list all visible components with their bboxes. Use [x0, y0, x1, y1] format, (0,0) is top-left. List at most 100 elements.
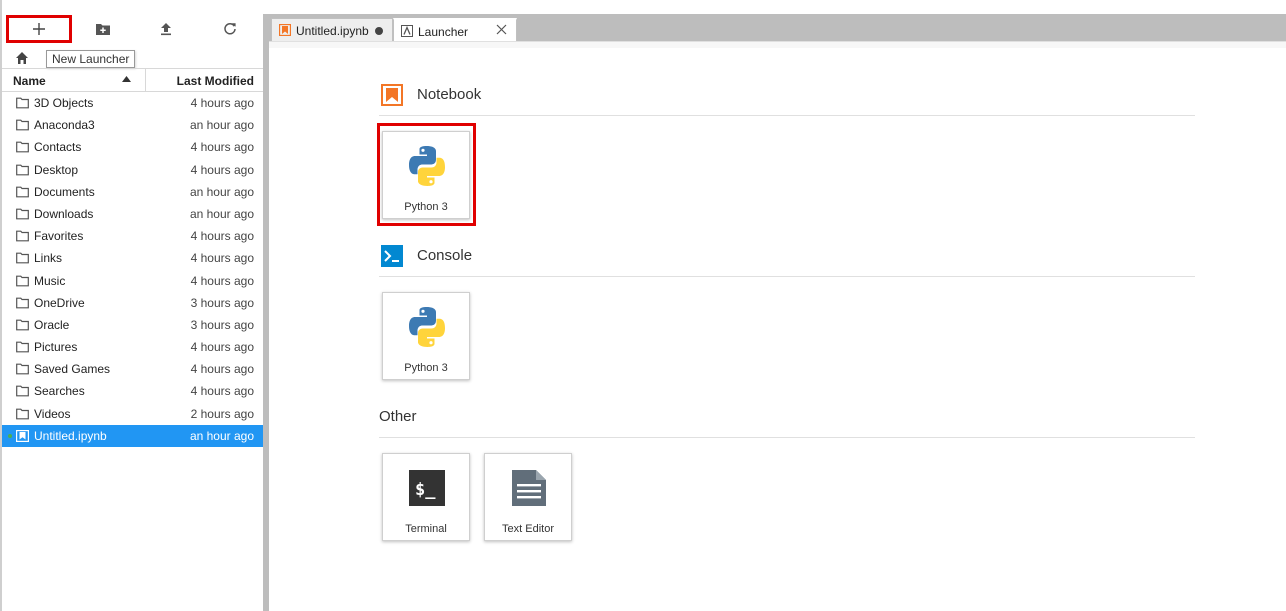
folder-icon	[16, 97, 29, 109]
name-column-header[interactable]: Name	[13, 74, 46, 88]
running-indicator	[8, 433, 12, 438]
file-modified-time: 4 hours ago	[190, 251, 254, 266]
file-row[interactable]: Searches 4 hours ago	[2, 380, 263, 402]
file-row[interactable]: Desktop 4 hours ago	[2, 159, 263, 181]
file-row[interactable]: Pictures 4 hours ago	[2, 336, 263, 358]
sort-ascending-icon	[122, 76, 131, 82]
file-name: Videos	[34, 406, 71, 421]
plus-icon	[33, 23, 45, 35]
python3-console-card[interactable]: Python 3	[382, 292, 470, 380]
python3-notebook-card[interactable]: Python 3	[382, 131, 470, 219]
tab-bar: Untitled.ipynb Launcher	[269, 14, 1286, 42]
file-name: Favorites	[34, 229, 84, 244]
file-modified-time: 4 hours ago	[190, 384, 254, 399]
section-title: Notebook	[417, 86, 482, 103]
card-label: Terminal	[405, 523, 447, 535]
text-editor-icon	[512, 470, 546, 506]
upload-icon	[161, 23, 171, 36]
card-label: Text Editor	[502, 523, 554, 535]
folder-icon	[16, 186, 29, 198]
close-icon[interactable]	[496, 24, 507, 35]
notebook-icon	[381, 84, 403, 106]
file-name: Links	[34, 251, 63, 266]
python-icon	[409, 307, 445, 347]
folder-icon	[16, 252, 29, 264]
folder-icon	[16, 164, 29, 176]
file-list: 3D Objects 4 hours ago Anaconda3 an hour ag…	[2, 92, 263, 447]
file-name: Downloads	[34, 206, 94, 221]
tab-label: Launcher	[418, 25, 469, 39]
refresh-button[interactable]	[205, 14, 255, 44]
file-name: Untitled.ipynb	[34, 428, 107, 443]
file-modified-time: an hour ago	[189, 118, 254, 133]
column-divider[interactable]	[145, 69, 146, 91]
python-icon	[409, 146, 445, 186]
file-list-header: Name Last Modified	[2, 68, 263, 92]
new-folder-button[interactable]	[78, 14, 128, 44]
file-name: Contacts	[34, 140, 82, 155]
file-name: Saved Games	[34, 362, 111, 377]
folder-icon	[16, 385, 29, 397]
file-row[interactable]: 3D Objects 4 hours ago	[2, 92, 263, 114]
file-row[interactable]: Favorites 4 hours ago	[2, 225, 263, 247]
upload-button[interactable]	[141, 14, 191, 44]
launcher-panel: Notebook Python 3 Console Python 3 Other…	[269, 48, 1286, 611]
file-row[interactable]: Untitled.ipynb an hour ago	[2, 424, 263, 447]
file-row[interactable]: Videos 2 hours ago	[2, 403, 263, 425]
file-name: Documents	[34, 184, 95, 199]
console-icon	[381, 245, 403, 267]
file-row[interactable]: OneDrive 3 hours ago	[2, 292, 263, 314]
home-icon[interactable]	[14, 50, 30, 66]
notebook-icon	[279, 24, 291, 36]
file-browser-panel: New Launcher Name Last Modified 3D Objec…	[0, 0, 263, 611]
file-row[interactable]: Links 4 hours ago	[2, 247, 263, 269]
file-name: 3D Objects	[34, 96, 94, 110]
file-row[interactable]: Music 4 hours ago	[2, 270, 263, 292]
terminal-icon: $_	[409, 470, 445, 506]
launcher-icon	[401, 25, 413, 37]
file-row[interactable]: Saved Games 4 hours ago	[2, 358, 263, 380]
tab-untitled-notebook[interactable]: Untitled.ipynb	[271, 18, 393, 41]
file-modified-time: 4 hours ago	[190, 140, 254, 155]
file-modified-time: 3 hours ago	[190, 295, 254, 310]
section-title: Console	[417, 247, 473, 264]
file-modified-time: 4 hours ago	[190, 362, 254, 377]
card-label: Python 3	[404, 201, 448, 213]
notebook-icon	[16, 429, 30, 442]
file-row[interactable]: Oracle 3 hours ago	[2, 314, 263, 336]
folder-icon	[16, 230, 29, 242]
file-modified-time: an hour ago	[189, 206, 254, 221]
last-modified-column-header[interactable]: Last Modified	[177, 74, 254, 88]
refresh-icon	[224, 23, 236, 35]
notebook-section-header: Notebook	[379, 84, 1195, 116]
file-name: Oracle	[34, 317, 70, 332]
file-name: Searches	[34, 384, 85, 399]
folder-icon	[16, 363, 29, 375]
tab-launcher[interactable]: Launcher	[393, 18, 517, 42]
folder-icon	[16, 119, 29, 131]
file-name: Desktop	[34, 162, 79, 177]
file-row[interactable]: Contacts 4 hours ago	[2, 136, 263, 158]
new-launcher-button[interactable]	[6, 15, 72, 43]
text-editor-card[interactable]: Text Editor	[484, 453, 572, 541]
file-modified-time: an hour ago	[189, 428, 254, 443]
file-modified-time: 4 hours ago	[190, 273, 254, 288]
file-browser-toolbar	[2, 14, 263, 44]
file-name: Music	[34, 273, 66, 288]
unsaved-changes-dot[interactable]	[375, 27, 383, 35]
card-label: Python 3	[404, 362, 448, 374]
file-row[interactable]: Anaconda3 an hour ago	[2, 114, 263, 136]
file-modified-time: 3 hours ago	[190, 317, 254, 332]
file-row[interactable]: Downloads an hour ago	[2, 203, 263, 225]
folder-icon	[16, 141, 29, 153]
tab-content-border	[269, 41, 1286, 48]
file-modified-time: 4 hours ago	[190, 229, 254, 244]
file-row[interactable]: Documents an hour ago	[2, 181, 263, 203]
folder-icon	[16, 341, 29, 353]
file-modified-time: an hour ago	[189, 184, 254, 199]
folder-icon	[16, 319, 29, 331]
terminal-card[interactable]: $_ Terminal	[382, 453, 470, 541]
file-modified-time: 4 hours ago	[190, 96, 254, 110]
new-folder-icon	[96, 24, 110, 35]
other-section-header: Other	[379, 406, 1195, 438]
